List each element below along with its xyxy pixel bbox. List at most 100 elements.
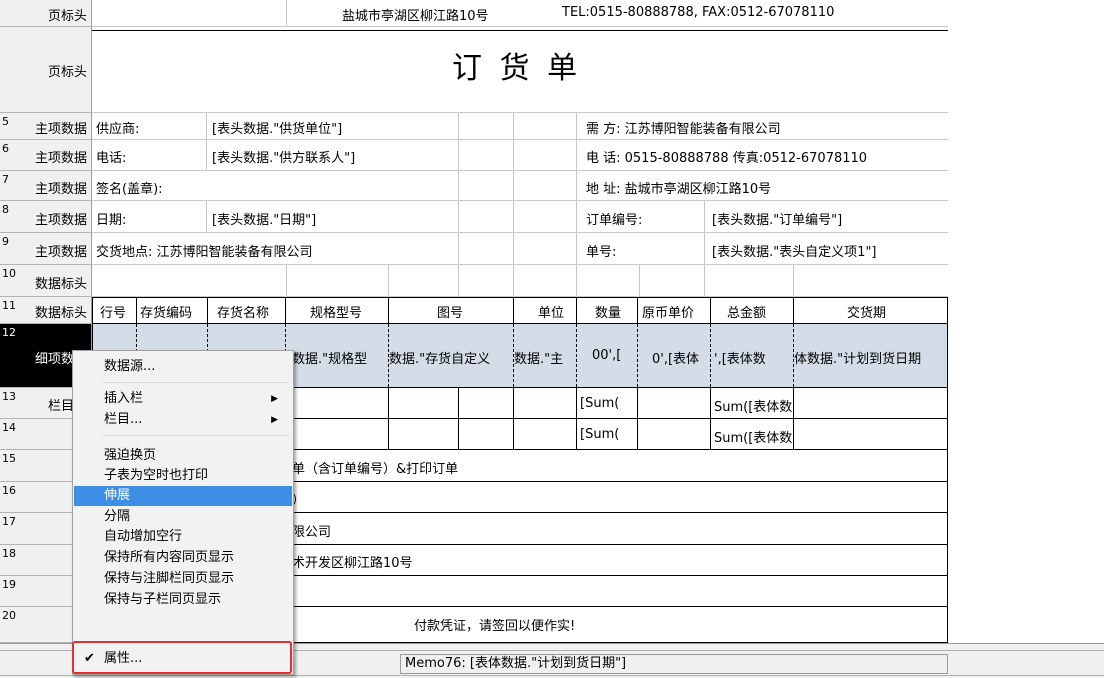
- row-number: 20: [2, 609, 16, 622]
- date-label: 日期:: [96, 213, 127, 228]
- row-number: 9: [2, 235, 9, 248]
- column-header-band[interactable]: 行号 存货编码 存货名称 规格型号 图号 单位 数量 原币单价 总金额 交货期: [92, 297, 948, 324]
- row-header[interactable]: 8 主项数据: [0, 201, 92, 233]
- master-row[interactable]: 电话: [表头数据."供方联系人"] 电 话: 0515-80888788 传真…: [92, 140, 948, 171]
- detail-cell: 体数据."计划到货日期: [794, 352, 922, 367]
- context-menu: 数据源... 插入栏 ▶ 栏目... ▶ 强迫换页 子表为空时也打印 伸展 分隔 自…: [72, 350, 294, 675]
- company-address: 盐城市亭湖区柳江路10号: [342, 9, 489, 24]
- summary-text: 单（含订单编号）&打印订单: [292, 462, 459, 477]
- row-label: 页标头: [47, 9, 87, 24]
- date-value: [表头数据."日期"]: [212, 213, 317, 228]
- menu-item-keep-together[interactable]: 保持所有内容同页显示: [74, 548, 292, 568]
- menu-item-label: 栏目...: [104, 412, 143, 427]
- column-header: 数量: [595, 306, 622, 321]
- row-header[interactable]: 9 主项数据: [0, 233, 92, 265]
- row-number: 10: [2, 267, 16, 280]
- detail-cell: 00',[: [592, 348, 622, 363]
- row-number: 16: [2, 484, 16, 497]
- row-number: 17: [2, 515, 16, 528]
- menu-item-auto-blank-rows[interactable]: 自动增加空行: [74, 527, 292, 547]
- row-header[interactable]: 5 主项数据: [0, 113, 92, 140]
- row-label: 数据标头: [34, 306, 87, 321]
- master-row[interactable]: 交货地点: 江苏博阳智能装备有限公司 单号: [表头数据."表头自定义项1"]: [92, 233, 948, 265]
- column-header: 单位: [538, 306, 565, 321]
- row-number: 15: [2, 452, 16, 465]
- summary-text: 限公司: [292, 525, 332, 540]
- row-header[interactable]: 10 数据标头: [0, 265, 92, 297]
- row-number: 6: [2, 142, 9, 155]
- row-number: 19: [2, 578, 16, 591]
- status-field: Memo76: [表体数据."计划到货日期"]: [400, 654, 948, 674]
- row-number: 8: [2, 203, 9, 216]
- master-row[interactable]: 签名(盖章): 地 址: 盐城市亭湖区柳江路10号: [92, 171, 948, 201]
- master-row[interactable]: 日期: [表头数据."日期"] 订单编号: [表头数据."订单编号"]: [92, 201, 948, 233]
- menu-item-keep-with-footer[interactable]: 保持与注脚栏同页显示: [74, 569, 292, 589]
- phone-label: 电话:: [96, 151, 127, 166]
- buyer-address: 地 址: 盐城市亭湖区柳江路10号: [586, 182, 772, 197]
- column-header: 原币单价: [642, 306, 695, 321]
- report-title: 订 货 单: [452, 51, 582, 86]
- doc-number-label: 单号:: [586, 245, 617, 260]
- menu-item-split[interactable]: 分隔: [74, 507, 292, 527]
- row-label: 主项数据: [34, 151, 87, 166]
- row-number: 11: [2, 299, 16, 312]
- sum-cell: Sum([表体数: [714, 400, 793, 415]
- column-header: 行号: [100, 306, 127, 321]
- menu-item-data-source[interactable]: 数据源...: [74, 357, 292, 377]
- master-row[interactable]: 供应商: [表头数据."供货单位"] 需 方: 江苏博阳智能装备有限公司: [92, 113, 948, 140]
- highlight-annotation: [72, 641, 292, 674]
- buyer-phone: 电 话: 0515-80888788 传真:0512-67078110: [586, 151, 868, 166]
- detail-cell: ',[表体数: [714, 352, 766, 367]
- supplier-value: [表头数据."供货单位"]: [212, 122, 343, 137]
- menu-item-stretch[interactable]: 伸展: [74, 486, 292, 506]
- detail-cell: 数据."规格型: [292, 352, 368, 367]
- row-label: 页标头: [47, 65, 87, 80]
- menu-item-print-if-empty[interactable]: 子表为空时也打印: [74, 466, 292, 486]
- sum-cell: [Sum(: [580, 396, 620, 411]
- submenu-arrow-icon: ▶: [271, 394, 278, 404]
- detail-cell: 数据."存货自定义: [389, 352, 491, 367]
- column-header: 存货名称: [217, 306, 270, 321]
- doc-number-value: [表头数据."表头自定义项1"]: [712, 245, 877, 260]
- column-header: 规格型号: [310, 306, 363, 321]
- detail-cell: 数据."主: [514, 352, 564, 367]
- sign-label: 签名(盖章):: [96, 182, 163, 197]
- row-header[interactable]: 11 数据标头: [0, 297, 92, 324]
- detail-cell: 0',[表体: [652, 352, 700, 367]
- row-header[interactable]: 页标头: [0, 27, 92, 113]
- row-label: 主项数据: [34, 182, 87, 197]
- data-header-band[interactable]: [92, 265, 948, 297]
- company-contact: TEL:0515-80888788, FAX:0512-67078110: [562, 5, 835, 20]
- menu-item-label: 插入栏: [104, 391, 144, 406]
- row-label: 主项数据: [34, 213, 87, 228]
- row-number: 13: [2, 390, 16, 403]
- row-number: 14: [2, 421, 16, 434]
- row-header[interactable]: 页标头: [0, 0, 92, 27]
- row-header[interactable]: 7 主项数据: [0, 171, 92, 201]
- buyer-name: 需 方: 江苏博阳智能装备有限公司: [586, 122, 781, 137]
- row-number: 18: [2, 547, 16, 560]
- menu-item-columns[interactable]: 栏目... ▶: [74, 410, 292, 430]
- menu-item-keep-with-child[interactable]: 保持与子栏同页显示: [74, 590, 292, 610]
- sum-cell: Sum([表体数: [714, 431, 793, 446]
- title-band[interactable]: 订 货 单: [92, 27, 948, 113]
- delivery-location: 交货地点: 江苏博阳智能装备有限公司: [96, 245, 313, 260]
- column-header: 交货期: [847, 306, 887, 321]
- order-number-value: [表头数据."订单编号"]: [712, 213, 843, 228]
- row-number: 7: [2, 173, 9, 186]
- summary-text: 术开发区柳江路10号: [292, 556, 413, 571]
- page-header-band[interactable]: 盐城市亭湖区柳江路10号 TEL:0515-80888788, FAX:0512…: [92, 0, 948, 31]
- column-header: 图号: [437, 306, 464, 321]
- row-label: 主项数据: [34, 245, 87, 260]
- sum-cell: [Sum(: [580, 427, 620, 442]
- row-number: 5: [2, 115, 9, 128]
- menu-item-force-page-break[interactable]: 强迫换页: [74, 446, 292, 466]
- menu-item-insert-column[interactable]: 插入栏 ▶: [74, 389, 292, 409]
- row-header[interactable]: 6 主项数据: [0, 140, 92, 171]
- supplier-label: 供应商:: [96, 122, 140, 137]
- summary-text: 付款凭证，请签回以便作实!: [414, 619, 576, 634]
- column-header: 存货编码: [140, 306, 193, 321]
- row-number: 12: [2, 326, 16, 339]
- row-label: 数据标头: [34, 277, 87, 292]
- order-number-label: 订单编号:: [586, 213, 643, 228]
